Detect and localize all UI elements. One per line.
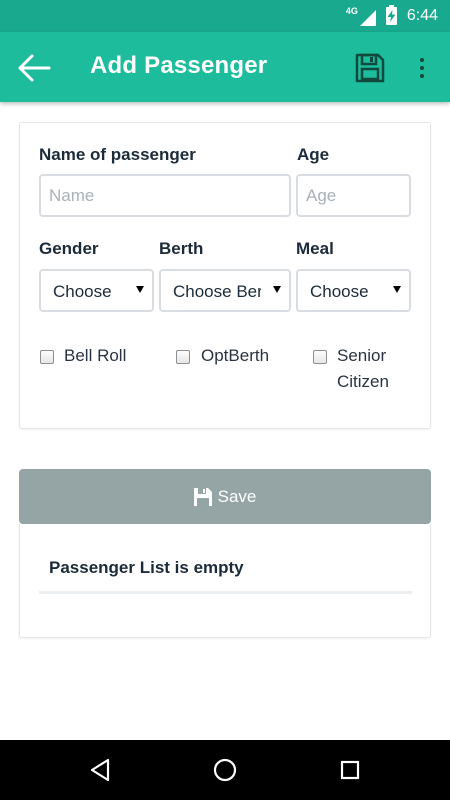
nav-home-icon: [213, 758, 237, 782]
floppy-disk-icon: [193, 487, 212, 506]
bell-roll-checkbox[interactable]: [40, 350, 54, 364]
charging-bolt-icon: [387, 10, 396, 22]
gender-selected-value: Choose: [53, 282, 112, 301]
list-divider: [39, 591, 412, 594]
berth-select[interactable]: Choose Berth: [159, 269, 291, 312]
nav-back-icon: [90, 758, 110, 782]
save-toolbar-button[interactable]: [352, 50, 388, 86]
opt-berth-label: OptBerth: [201, 346, 270, 365]
nav-back-button[interactable]: [86, 756, 114, 784]
network-type: 4G: [345, 6, 358, 16]
app-bar: Add Passenger: [0, 32, 450, 102]
arrow-left-icon: [18, 54, 51, 82]
passenger-list-card: Passenger List is empty: [19, 524, 431, 638]
senior-citizen-label-line1: Senior: [337, 346, 387, 365]
status-time: 6:44: [406, 7, 438, 24]
passenger-form-card: Name of passenger Age Gender Berth Meal …: [19, 122, 431, 429]
system-nav-bar: [0, 740, 450, 800]
meal-select[interactable]: Choose: [296, 269, 411, 312]
nav-recents-button[interactable]: [336, 756, 364, 784]
back-button[interactable]: [16, 50, 52, 86]
page-title: Add Passenger: [90, 52, 268, 79]
gender-label: Gender: [39, 239, 99, 258]
signal-icon: [359, 10, 376, 26]
opt-berth-checkbox[interactable]: [176, 350, 190, 364]
berth-label: Berth: [159, 239, 204, 258]
dropdown-arrow-icon: [273, 286, 281, 293]
phone-screen: 4G 6:44 Add Passenger Name of passenger …: [0, 0, 450, 800]
floppy-disk-icon: [355, 53, 385, 83]
status-bar: 4G 6:44: [0, 0, 450, 32]
senior-citizen-label-line2: Citizen: [337, 372, 389, 391]
dropdown-arrow-icon: [136, 286, 144, 293]
age-label: Age: [297, 145, 330, 164]
more-options-button[interactable]: [410, 50, 434, 86]
meal-selected-value: Choose: [310, 282, 369, 301]
more-vert-icon: [420, 58, 424, 62]
gender-select[interactable]: Choose: [39, 269, 154, 312]
name-input[interactable]: [39, 174, 291, 217]
bell-roll-label: Bell Roll: [64, 346, 127, 365]
nav-recents-icon: [340, 760, 360, 780]
dropdown-arrow-icon: [393, 286, 401, 293]
name-label: Name of passenger: [39, 145, 196, 164]
age-input[interactable]: [296, 174, 411, 217]
battery-icon: [385, 5, 397, 25]
meal-label: Meal: [296, 239, 334, 258]
passenger-list-empty-message: Passenger List is empty: [49, 558, 244, 577]
save-button[interactable]: Save: [19, 469, 431, 524]
network-indicator: 4G: [346, 6, 376, 26]
nav-home-button[interactable]: [211, 756, 239, 784]
berth-selected-value: Choose Berth: [173, 282, 261, 301]
senior-citizen-checkbox[interactable]: [313, 350, 327, 364]
save-button-label: Save: [217, 486, 257, 506]
